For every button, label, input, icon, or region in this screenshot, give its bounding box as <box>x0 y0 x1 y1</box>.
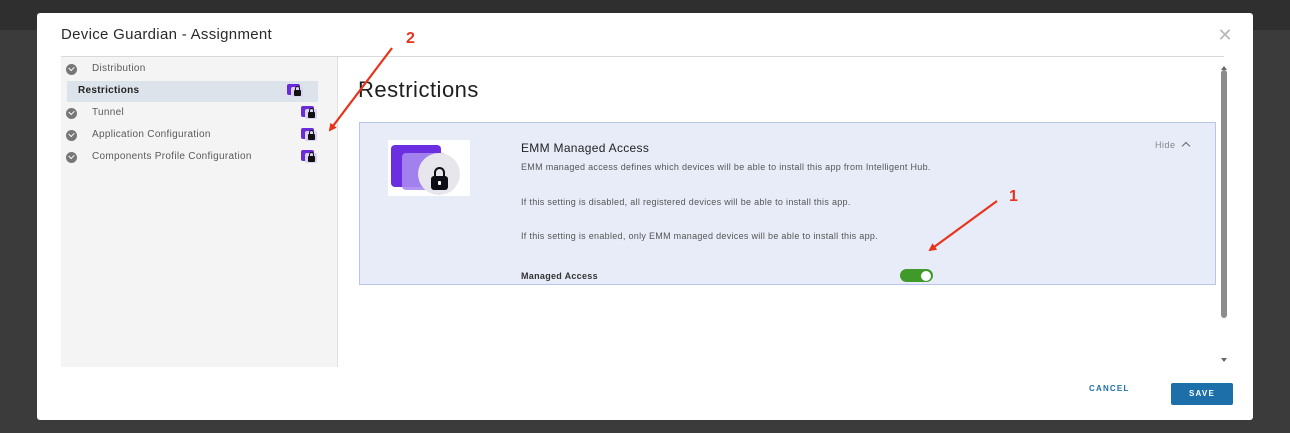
lock-icon <box>287 84 304 98</box>
card-enabled-note: If this setting is enabled, only EMM man… <box>521 231 878 241</box>
page-title: Restrictions <box>358 77 479 102</box>
sidebar: Distribution Restrictions Tunnel Applica… <box>61 57 338 367</box>
lock-icon <box>301 128 318 142</box>
check-circle-icon <box>66 152 77 163</box>
annotation-label-1: 1 <box>1009 188 1018 205</box>
card-disabled-note: If this setting is disabled, all registe… <box>521 197 851 207</box>
scroll-down-icon[interactable] <box>1221 358 1227 362</box>
lock-icon <box>301 150 318 164</box>
annotation-label-2: 2 <box>406 30 415 47</box>
check-circle-icon <box>66 64 77 75</box>
sidebar-item-distribution[interactable]: Distribution <box>61 59 338 80</box>
card-description: EMM managed access defines which devices… <box>521 162 931 172</box>
check-circle-icon <box>66 108 77 119</box>
card-heading: EMM Managed Access <box>521 141 650 155</box>
sidebar-item-restrictions[interactable]: Restrictions <box>67 81 318 102</box>
check-circle-icon <box>66 130 77 141</box>
hide-label: Hide <box>1155 140 1176 150</box>
assignment-modal: Device Guardian - Assignment ✕ Distribut… <box>37 13 1253 420</box>
sidebar-item-label: Restrictions <box>78 85 140 96</box>
lock-icon <box>301 106 318 120</box>
sidebar-item-application-configuration[interactable]: Application Configuration <box>61 125 338 146</box>
managed-access-toggle[interactable] <box>900 269 933 282</box>
sidebar-item-label: Distribution <box>92 63 146 74</box>
sidebar-item-tunnel[interactable]: Tunnel <box>61 103 338 124</box>
toggle-knob <box>921 270 931 281</box>
managed-access-label: Managed Access <box>521 271 598 281</box>
sidebar-item-label: Application Configuration <box>92 129 211 140</box>
restriction-lock-icon <box>388 140 470 196</box>
emm-managed-access-card: EMM Managed Access Hide EMM managed acce… <box>359 122 1216 285</box>
sidebar-item-label: Tunnel <box>92 107 125 118</box>
sidebar-item-label: Components Profile Configuration <box>92 151 252 162</box>
sidebar-item-components-profile-configuration[interactable]: Components Profile Configuration <box>61 147 338 168</box>
chevron-up-icon <box>1181 141 1190 151</box>
scrollbar-thumb[interactable] <box>1221 70 1227 318</box>
cancel-button[interactable]: CANCEL <box>1089 384 1130 393</box>
close-icon[interactable]: ✕ <box>1215 25 1235 45</box>
modal-title: Device Guardian - Assignment <box>61 26 272 43</box>
hide-toggle[interactable]: Hide <box>1155 140 1190 151</box>
save-button[interactable]: SAVE <box>1171 383 1233 405</box>
scrollbar[interactable] <box>1219 66 1229 368</box>
